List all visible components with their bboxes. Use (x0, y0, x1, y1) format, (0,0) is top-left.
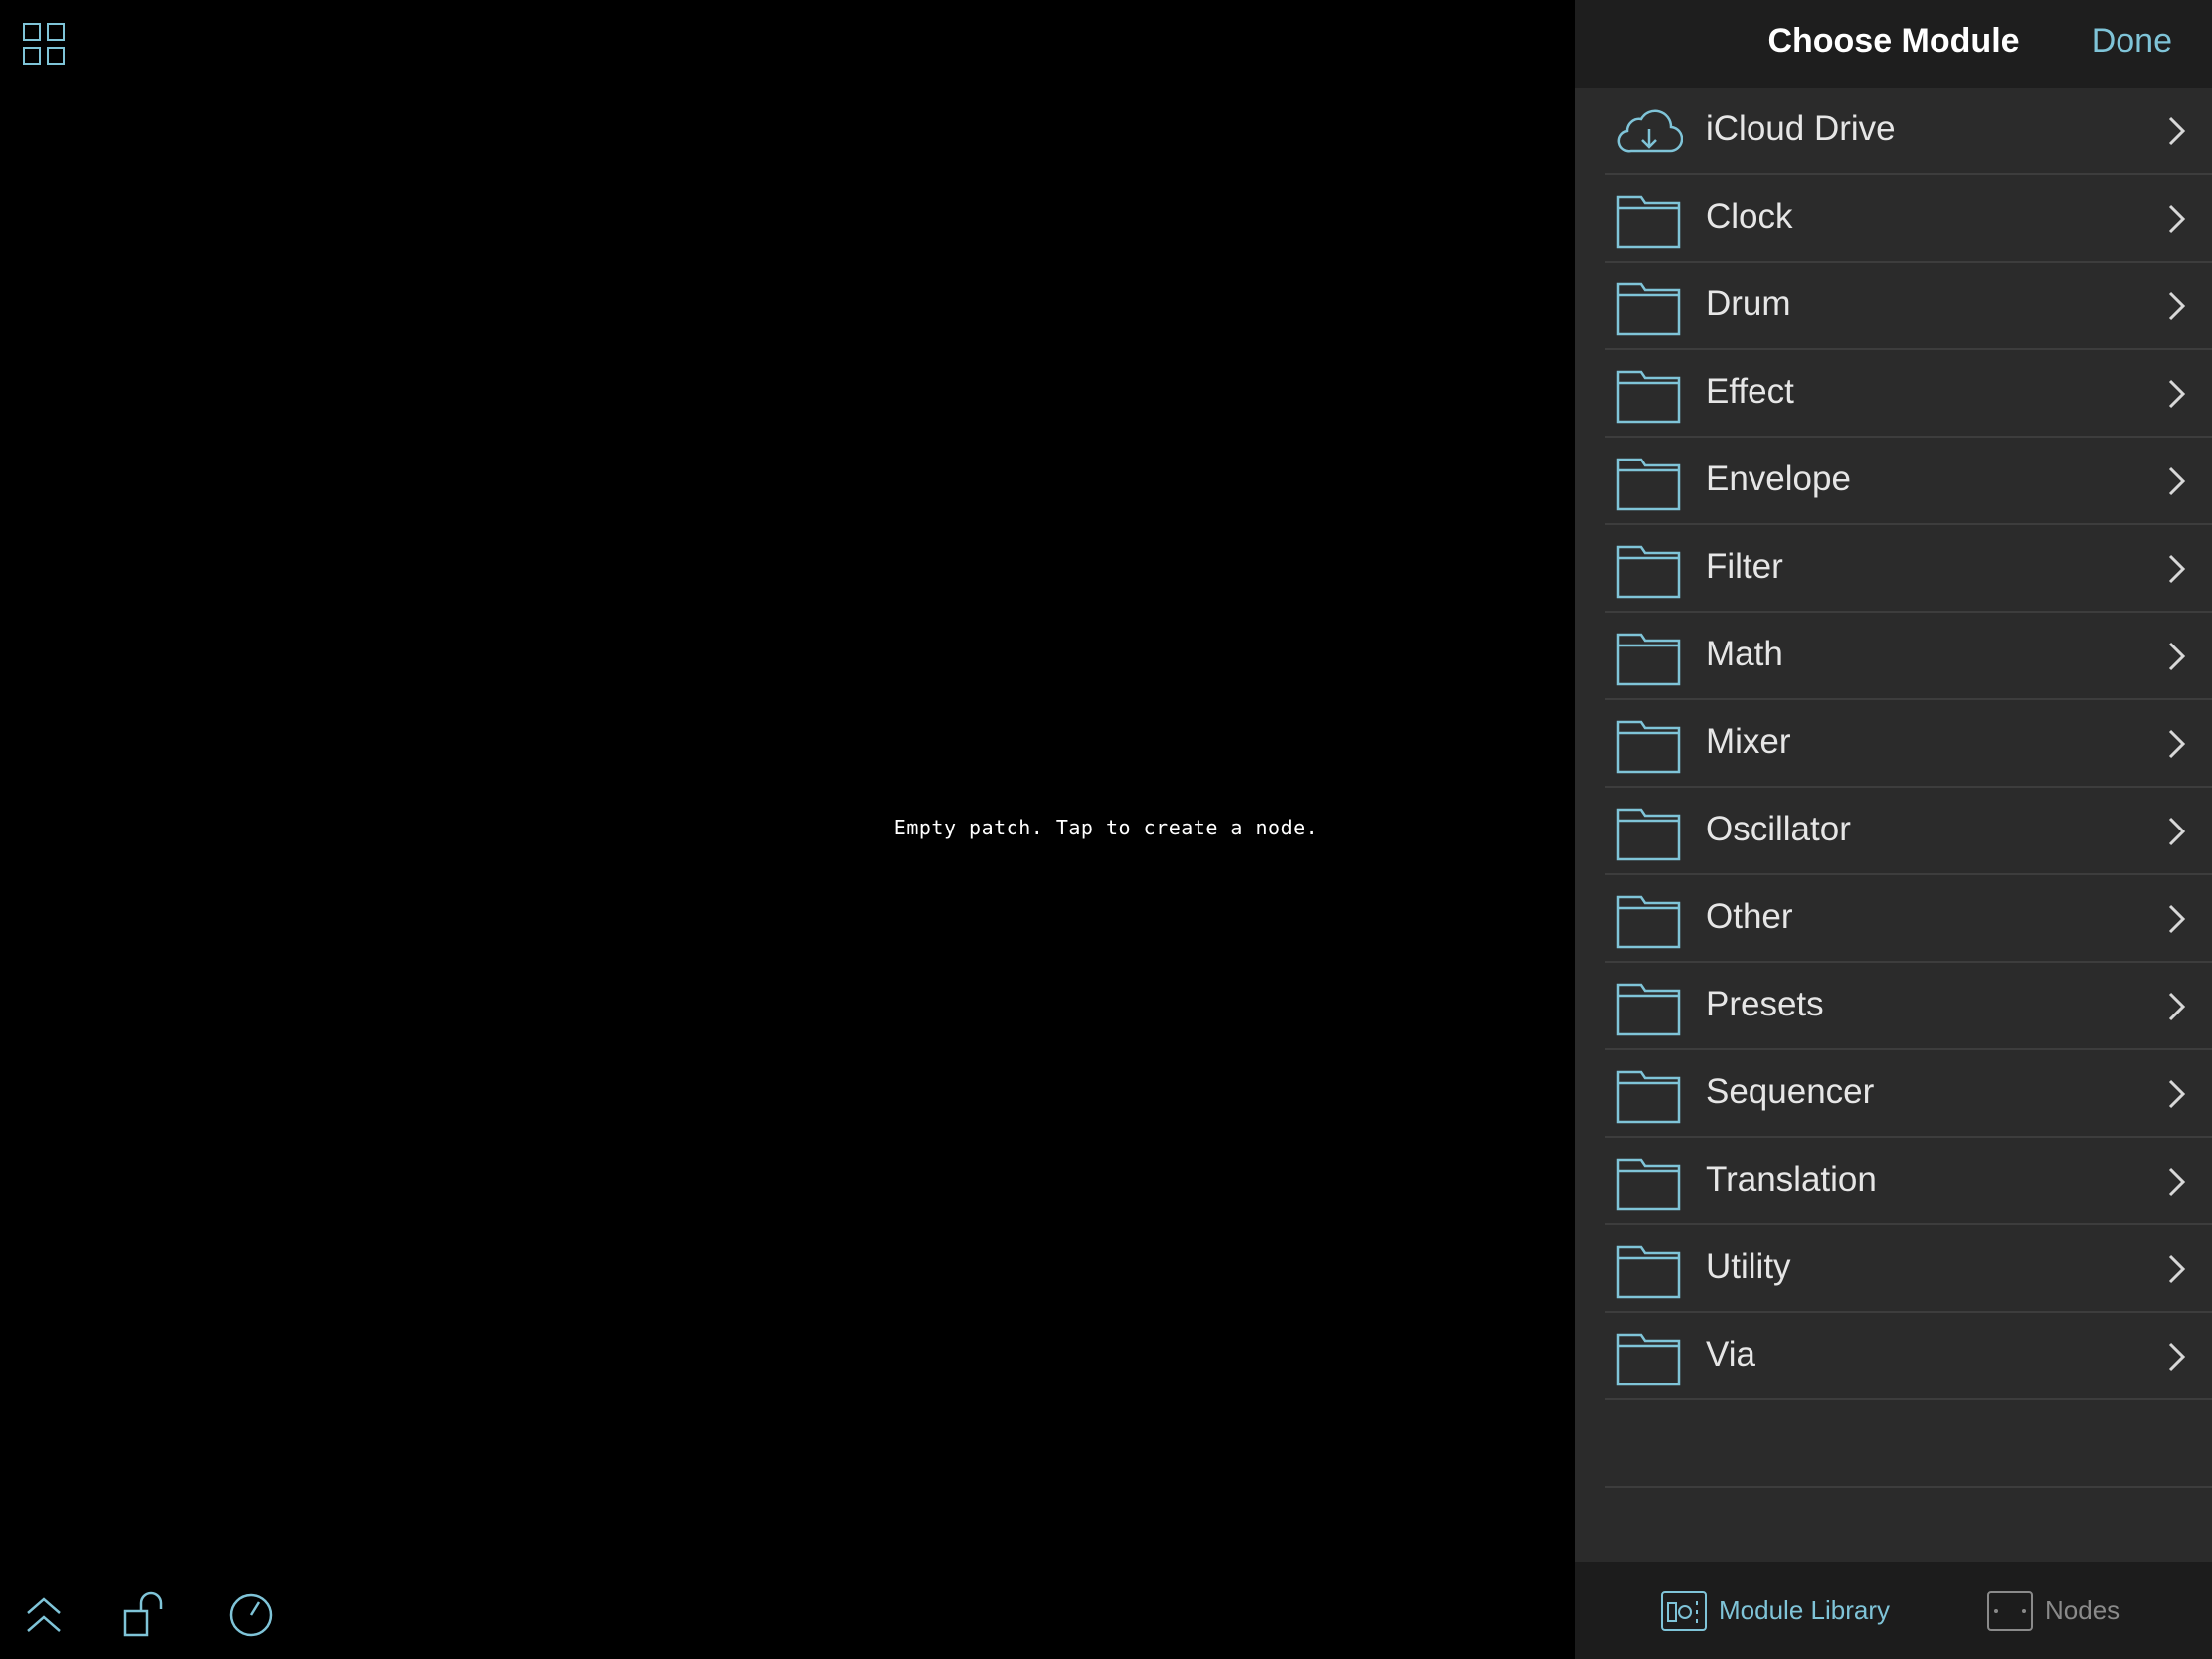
folder-icon (1615, 716, 1683, 774)
folder-icon (1615, 454, 1683, 511)
chevron-right-icon (2166, 553, 2186, 585)
module-row-label: Translation (1706, 1160, 1877, 1198)
chevron-right-icon (2166, 290, 2186, 322)
chevron-right-icon (2166, 1166, 2186, 1198)
module-row-label: Sequencer (1706, 1072, 1875, 1111)
folder-icon (1615, 629, 1683, 686)
module-row-presets[interactable]: Presets (1575, 963, 2212, 1050)
module-row-utility[interactable]: Utility (1575, 1225, 2212, 1313)
module-row-sequencer[interactable]: Sequencer (1575, 1050, 2212, 1138)
module-row-label: Drum (1706, 284, 1791, 323)
folder-icon (1615, 366, 1683, 424)
clock-icon[interactable] (227, 1591, 275, 1639)
chevron-up-double-icon[interactable] (20, 1591, 68, 1639)
chevron-right-icon (2166, 1078, 2186, 1110)
chevron-right-icon (2166, 728, 2186, 760)
module-row-mixer[interactable]: Mixer (1575, 700, 2212, 788)
folder-icon (1615, 278, 1683, 336)
module-row-drum[interactable]: Drum (1575, 263, 2212, 350)
chevron-right-icon (2166, 1253, 2186, 1285)
tab-bar: Module Library Nodes (1575, 1562, 2212, 1659)
module-row-label: Via (1706, 1335, 1755, 1374)
module-row-translation[interactable]: Translation (1575, 1138, 2212, 1225)
choose-module-panel: Choose Module Done iCloud Drive Clock Drum… (1575, 0, 2212, 1659)
chevron-right-icon (2166, 1341, 2186, 1373)
folder-icon (1615, 979, 1683, 1036)
cloud-download-icon (1615, 103, 1684, 161)
unlock-icon[interactable] (121, 1591, 169, 1639)
module-row-oscillator[interactable]: Oscillator (1575, 788, 2212, 875)
folder-icon (1615, 804, 1683, 861)
folder-icon (1615, 891, 1683, 949)
tab-label-module-library: Module Library (1719, 1595, 1890, 1625)
module-row-label: Filter (1706, 547, 1783, 586)
module-row-envelope[interactable]: Envelope (1575, 438, 2212, 525)
panel-header: Choose Module Done (1575, 0, 2212, 88)
module-row-math[interactable]: Math (1575, 613, 2212, 700)
module-row-other[interactable]: Other (1575, 875, 2212, 963)
module-row-via[interactable]: Via (1575, 1313, 2212, 1400)
module-row-clock[interactable]: Clock (1575, 175, 2212, 263)
chevron-right-icon (2166, 903, 2186, 935)
module-row-label: Math (1706, 635, 1783, 673)
module-row-label: Effect (1706, 372, 1794, 411)
folder-icon (1615, 1329, 1683, 1386)
chevron-right-icon (2166, 816, 2186, 847)
module-row-label: Mixer (1706, 722, 1791, 761)
module-row-effect[interactable]: Effect (1575, 350, 2212, 438)
folder-icon (1615, 1066, 1683, 1124)
chevron-right-icon (2166, 465, 2186, 497)
tab-label-nodes: Nodes (2045, 1595, 2120, 1625)
folder-icon (1615, 191, 1683, 249)
module-library-icon (1661, 1591, 1707, 1631)
module-row-label: iCloud Drive (1706, 109, 1896, 148)
chevron-right-icon (2166, 115, 2186, 147)
folder-icon (1615, 541, 1683, 599)
folder-icon (1615, 1241, 1683, 1299)
module-list: iCloud Drive Clock Drum Effect Envelope Filte… (1575, 88, 2212, 1488)
module-row-label: Clock (1706, 197, 1793, 236)
folder-icon (1615, 1154, 1683, 1211)
chevron-right-icon (2166, 203, 2186, 235)
done-button[interactable]: Done (2092, 22, 2172, 61)
module-row-icloud-drive[interactable]: iCloud Drive (1575, 88, 2212, 175)
module-row-label: Presets (1706, 985, 1824, 1023)
grid-icon[interactable] (22, 22, 66, 66)
nodes-icon (1987, 1591, 2033, 1631)
module-row-label: Oscillator (1706, 810, 1851, 848)
module-row-filter[interactable]: Filter (1575, 525, 2212, 613)
module-row-label: Utility (1706, 1247, 1791, 1286)
module-row-label: Envelope (1706, 460, 1851, 498)
chevron-right-icon (2166, 641, 2186, 672)
chevron-right-icon (2166, 378, 2186, 410)
chevron-right-icon (2166, 991, 2186, 1022)
module-row-label: Other (1706, 897, 1793, 936)
empty-list-row (1575, 1400, 2212, 1488)
